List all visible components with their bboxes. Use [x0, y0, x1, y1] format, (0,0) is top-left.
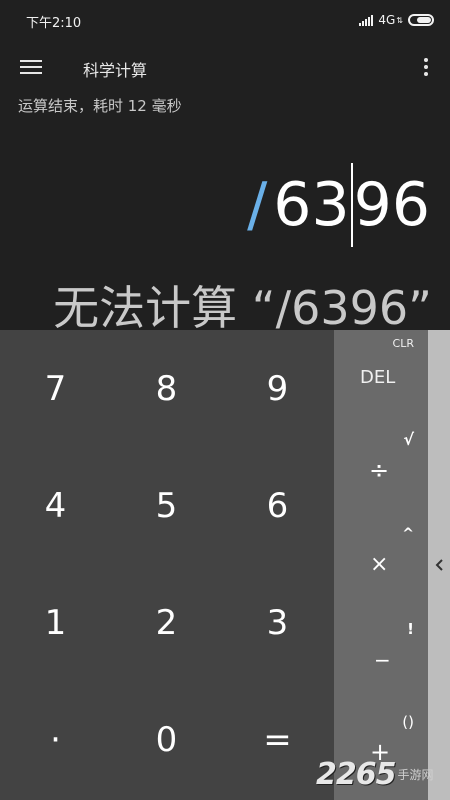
battery-icon: [408, 14, 434, 26]
advanced-panel-handle[interactable]: [428, 330, 450, 800]
formula-input[interactable]: / 63 96: [247, 160, 430, 250]
sqrt-button[interactable]: √: [403, 430, 414, 449]
key-5[interactable]: 5: [111, 447, 222, 564]
status-time: 下午2:10: [26, 16, 82, 31]
data-activity-icon: ⇅: [396, 15, 403, 25]
key-8[interactable]: 8: [111, 330, 222, 447]
power-button[interactable]: ^: [402, 526, 414, 542]
hamburger-menu-icon[interactable]: [20, 58, 44, 76]
key-1[interactable]: 1: [0, 564, 111, 681]
status-bar: 下午2:10 4G ⇅: [0, 0, 450, 40]
signal-strength-icon: [359, 14, 374, 26]
watermark-logo: 2265 手游网: [316, 748, 450, 800]
result-display: 无法计算 “/6396”: [53, 281, 432, 335]
key-decimal-point[interactable]: ·: [0, 681, 111, 798]
toolbar: 科学计算: [0, 44, 450, 90]
watermark-digits: 2265: [316, 756, 396, 792]
number-pad: 7 8 9 4 5 6 1 2 3 · 0 =: [0, 330, 334, 800]
parentheses-button[interactable]: (): [402, 713, 414, 731]
multiply-button[interactable]: ×: [370, 552, 388, 577]
network-type-label: 4G: [378, 13, 396, 27]
key-0[interactable]: 0: [111, 681, 222, 798]
watermark-text: 手游网: [397, 767, 434, 782]
chevron-left-icon[interactable]: [433, 555, 445, 575]
key-2[interactable]: 2: [111, 564, 222, 681]
formula-text-before-cursor: 63: [273, 170, 350, 240]
divide-button[interactable]: ÷: [369, 456, 389, 484]
clear-button[interactable]: CLR: [393, 337, 414, 350]
factorial-button[interactable]: !: [407, 620, 414, 638]
key-9[interactable]: 9: [222, 330, 333, 447]
text-cursor: [350, 163, 353, 247]
status-indicators: 4G ⇅: [359, 10, 434, 30]
minus-button[interactable]: −: [374, 648, 391, 672]
computation-time-message: 运算结束，耗时 12 毫秒: [18, 97, 182, 115]
app-title: 科学计算: [83, 61, 148, 80]
calculator-screen: 下午2:10 4G ⇅ 科学计算 运算结束，耗时 12 毫秒 / 63 96 无…: [0, 0, 450, 800]
key-4[interactable]: 4: [0, 447, 111, 564]
operator-panel: CLR DEL √ ÷ ^ × ! − () +: [334, 330, 428, 800]
formula-text-after-cursor: 96: [353, 170, 430, 240]
delete-button[interactable]: DEL: [360, 367, 395, 388]
key-3[interactable]: 3: [222, 564, 333, 681]
key-7[interactable]: 7: [0, 330, 111, 447]
key-6[interactable]: 6: [222, 447, 333, 564]
formula-operator: /: [247, 170, 268, 240]
more-vertical-icon[interactable]: [422, 58, 430, 78]
